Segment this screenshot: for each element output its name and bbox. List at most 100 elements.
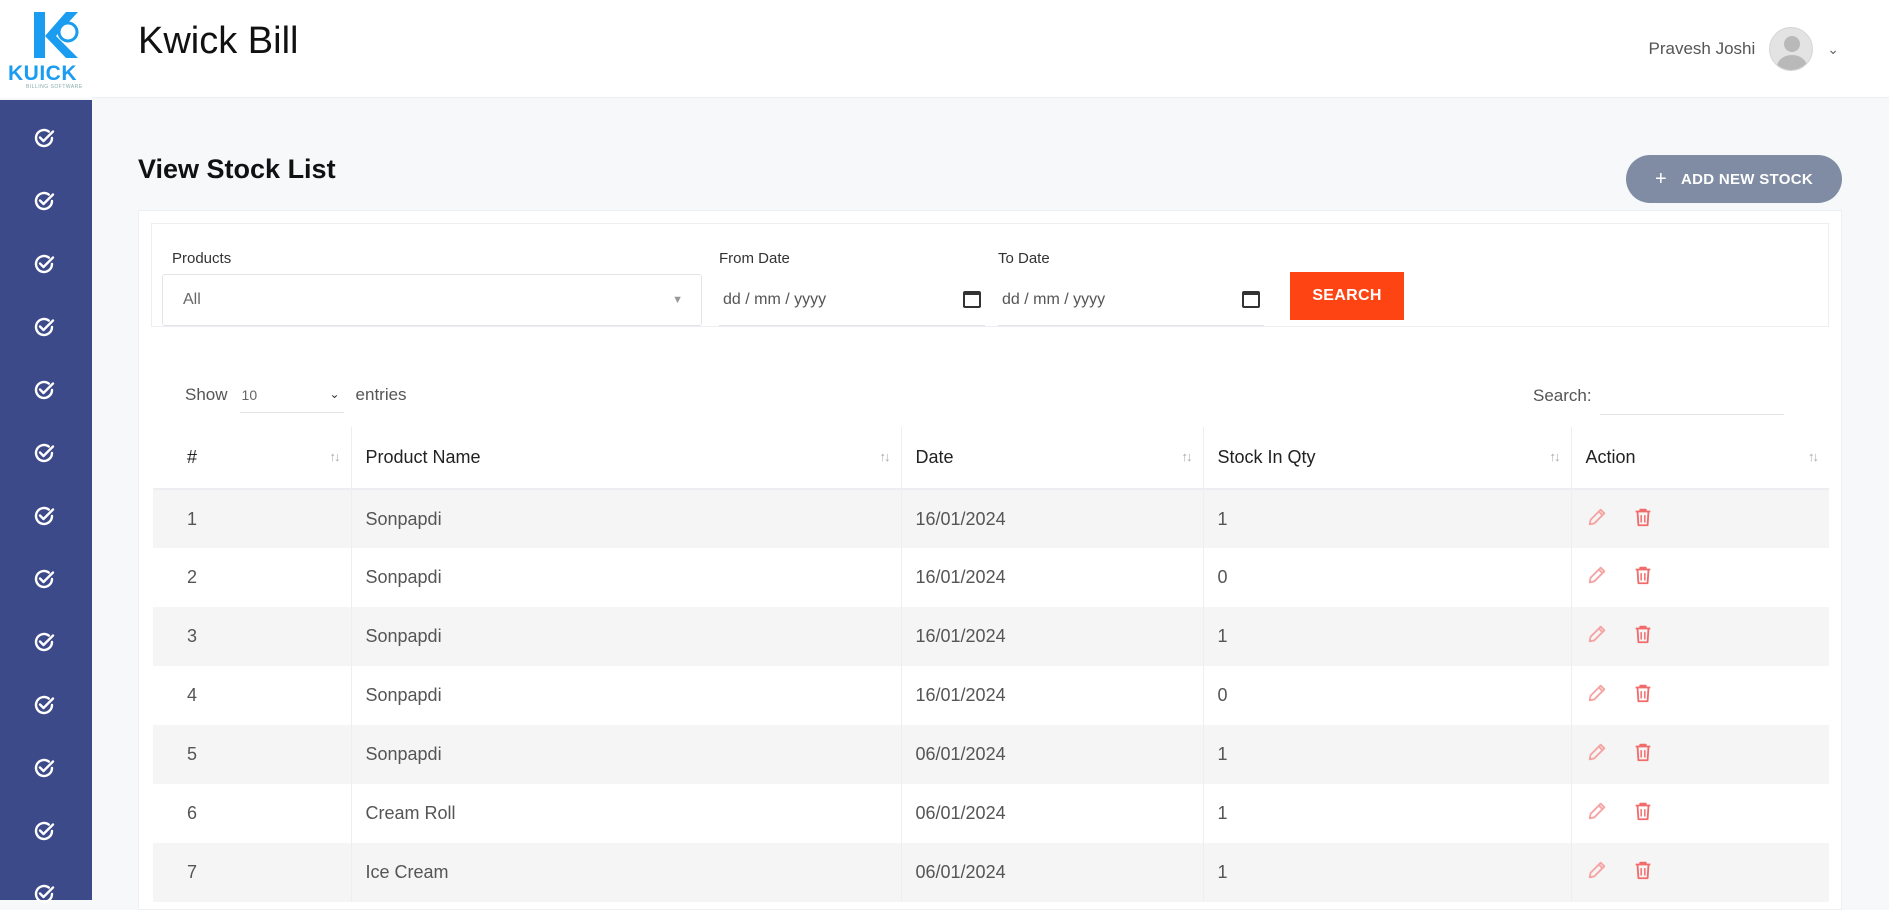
sort-icon[interactable]: ↑↓ xyxy=(1550,449,1561,464)
sort-icon[interactable]: ↑↓ xyxy=(1182,449,1193,464)
check-circle-icon xyxy=(34,191,55,211)
check-circle-icon xyxy=(34,128,55,148)
cell-qty: 0 xyxy=(1203,666,1572,725)
column-header-label: # xyxy=(187,447,198,467)
sort-icon[interactable]: ↑↓ xyxy=(1808,449,1819,464)
logo-text: KUICK xyxy=(8,62,77,85)
delete-icon[interactable] xyxy=(1632,800,1654,822)
sidebar-item-8[interactable] xyxy=(28,563,60,595)
cell-product: Sonpapdi xyxy=(351,607,902,666)
sort-icon[interactable]: ↑↓ xyxy=(880,449,891,464)
delete-icon[interactable] xyxy=(1632,682,1654,704)
sidebar-item-7[interactable] xyxy=(28,500,60,532)
search-label: Search: xyxy=(1533,386,1592,405)
cell-product: Ice Cream xyxy=(351,843,902,902)
sidebar-item-1[interactable] xyxy=(28,122,60,154)
sidebar-item-13[interactable] xyxy=(28,878,60,910)
table-search-input[interactable] xyxy=(1599,377,1784,415)
sidebar-item-4[interactable] xyxy=(28,311,60,343)
edit-icon[interactable] xyxy=(1586,741,1608,763)
user-name: Pravesh Joshi xyxy=(1648,39,1756,58)
sidebar-item-11[interactable] xyxy=(28,752,60,784)
edit-icon[interactable] xyxy=(1586,859,1608,881)
delete-icon[interactable] xyxy=(1632,859,1654,881)
cell-action xyxy=(1571,666,1829,725)
entries-select-value: 10 xyxy=(241,386,258,403)
cell-qty: 1 xyxy=(1203,489,1572,548)
cell-no: 3 xyxy=(153,607,352,666)
cell-date: 16/01/2024 xyxy=(901,607,1204,666)
delete-icon[interactable] xyxy=(1632,564,1654,586)
entries-select[interactable]: 10 ⌄ xyxy=(239,377,344,413)
column-header-action[interactable]: Action ↑↓ xyxy=(1571,427,1829,490)
sidebar-item-10[interactable] xyxy=(28,689,60,721)
column-header-label: Stock In Qty xyxy=(1217,447,1316,467)
column-header-number[interactable]: # ↑↓ xyxy=(153,427,352,490)
chevron-down-icon[interactable]: ⌄ xyxy=(1827,41,1839,58)
check-circle-icon xyxy=(34,632,55,652)
page-title: View Stock List xyxy=(138,154,336,184)
table-row: 4 Sonpapdi 16/01/2024 0 xyxy=(153,666,1829,725)
filter-panel: Products All ▼ From Date dd / mm / yyyy … xyxy=(151,223,1829,327)
delete-icon[interactable] xyxy=(1632,623,1654,645)
edit-icon[interactable] xyxy=(1586,682,1608,704)
cell-qty: 0 xyxy=(1203,548,1572,607)
to-date-label: To Date xyxy=(998,250,1050,267)
cell-date: 06/01/2024 xyxy=(901,784,1204,843)
cell-date: 16/01/2024 xyxy=(901,489,1204,548)
column-header-date[interactable]: Date ↑↓ xyxy=(901,427,1204,490)
edit-icon[interactable] xyxy=(1586,506,1608,528)
sort-icon[interactable]: ↑↓ xyxy=(330,449,341,464)
cell-no: 2 xyxy=(153,548,352,607)
to-date-input[interactable]: dd / mm / yyyy xyxy=(998,274,1264,326)
products-select[interactable]: All ▼ xyxy=(162,274,702,326)
delete-icon[interactable] xyxy=(1632,741,1654,763)
calendar-icon[interactable] xyxy=(1242,291,1260,308)
cell-product: Cream Roll xyxy=(351,784,902,843)
show-label: Show xyxy=(185,385,228,404)
top-bar: KUICK BILLING SOFTWARE Kwick Bill Praves… xyxy=(0,0,1889,98)
check-circle-icon xyxy=(34,380,55,400)
check-circle-icon xyxy=(34,506,55,526)
calendar-icon[interactable] xyxy=(963,291,981,308)
edit-icon[interactable] xyxy=(1586,564,1608,586)
sidebar-item-12[interactable] xyxy=(28,815,60,847)
cell-qty: 1 xyxy=(1203,843,1572,902)
check-circle-icon xyxy=(34,821,55,841)
check-circle-icon xyxy=(34,254,55,274)
cell-action xyxy=(1571,548,1829,607)
sidebar-item-3[interactable] xyxy=(28,248,60,280)
cell-qty: 1 xyxy=(1203,607,1572,666)
sidebar-item-6[interactable] xyxy=(28,437,60,469)
stock-list-card: Products All ▼ From Date dd / mm / yyyy … xyxy=(138,210,1842,910)
avatar[interactable] xyxy=(1769,27,1814,71)
sidebar-item-9[interactable] xyxy=(28,626,60,658)
table-row: 6 Cream Roll 06/01/2024 1 xyxy=(153,784,1829,843)
cell-no: 1 xyxy=(153,489,352,548)
add-new-stock-button[interactable]: + ADD NEW STOCK xyxy=(1626,155,1842,203)
cell-action xyxy=(1571,784,1829,843)
cell-action xyxy=(1571,843,1829,902)
user-menu[interactable]: Pravesh Joshi ⌄ xyxy=(1648,26,1839,72)
cell-date: 06/01/2024 xyxy=(901,725,1204,784)
column-header-product-name[interactable]: Product Name ↑↓ xyxy=(351,427,902,490)
cell-action xyxy=(1571,489,1829,548)
check-circle-icon xyxy=(34,695,55,715)
logo-k-icon xyxy=(34,12,79,58)
entries-label: entries xyxy=(355,385,407,404)
edit-icon[interactable] xyxy=(1586,623,1608,645)
check-circle-icon xyxy=(34,569,55,589)
check-circle-icon xyxy=(34,758,55,778)
from-date-placeholder: dd / mm / yyyy xyxy=(723,290,827,308)
from-date-input[interactable]: dd / mm / yyyy xyxy=(719,274,985,326)
column-header-stock-in-qty[interactable]: Stock In Qty ↑↓ xyxy=(1203,427,1572,490)
table-row: 1 Sonpapdi 16/01/2024 1 xyxy=(153,489,1829,548)
sidebar-item-2[interactable] xyxy=(28,185,60,217)
cell-qty: 1 xyxy=(1203,725,1572,784)
delete-icon[interactable] xyxy=(1632,506,1654,528)
edit-icon[interactable] xyxy=(1586,800,1608,822)
app-logo[interactable]: KUICK BILLING SOFTWARE xyxy=(0,0,92,98)
search-button[interactable]: SEARCH xyxy=(1290,272,1404,320)
sidebar-item-5[interactable] xyxy=(28,374,60,406)
check-circle-icon xyxy=(34,884,55,904)
